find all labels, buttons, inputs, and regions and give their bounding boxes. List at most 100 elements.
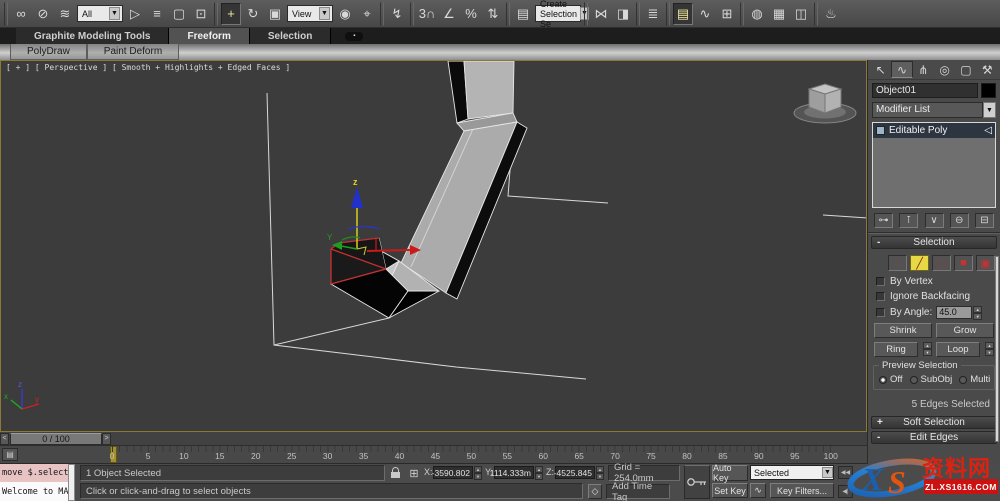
select-and-rotate-icon[interactable]: ↻ ▼ bbox=[243, 3, 263, 25]
selection-set-dropdown[interactable]: Selected ▼ bbox=[750, 465, 834, 480]
window-crossing-toggle-icon[interactable]: ⊡ ▼ bbox=[191, 3, 211, 25]
chevron-down-icon[interactable]: ▼ bbox=[983, 102, 996, 118]
default-tangent-button[interactable]: ∿ bbox=[750, 483, 766, 498]
bind-to-space-warp-icon[interactable]: ≋ ▼ bbox=[55, 3, 75, 25]
preview-multi-radio[interactable]: Multi bbox=[959, 374, 990, 385]
adaptive-degradation-toggle[interactable]: ◇ bbox=[588, 484, 602, 499]
remove-modifier-button[interactable]: ⊖ bbox=[949, 213, 969, 228]
select-and-manipulate-icon[interactable]: ⌖ ▼ bbox=[357, 3, 377, 25]
object-color-swatch[interactable] bbox=[981, 83, 996, 98]
command-tab-utilities[interactable]: ⚒ bbox=[977, 61, 998, 78]
make-unique-button[interactable]: ∨ bbox=[924, 213, 944, 228]
schematic-view-icon[interactable]: ⊞ ▼ bbox=[717, 3, 737, 25]
z-coord-spinner[interactable]: ▲ ▼ bbox=[596, 466, 604, 480]
rollout-edit-edges[interactable]: - Edit Edges bbox=[871, 431, 997, 444]
viewport-label[interactable]: [ + ] [ Perspective ] [ Smooth + Highlig… bbox=[6, 63, 290, 72]
angle-snap-icon[interactable]: ∠ ▼ bbox=[439, 3, 459, 25]
y-coord-field[interactable]: 1114.333m bbox=[490, 466, 534, 479]
select-and-link-icon[interactable]: ∞ ▼ bbox=[11, 3, 31, 25]
x-coord-spinner[interactable]: ▲ ▼ bbox=[474, 466, 482, 480]
named-selection-sets-dropdown[interactable]: Create Selection Se ▼ bbox=[535, 0, 589, 29]
snaps-toggle-icon[interactable]: 3∩ ▼ bbox=[417, 3, 437, 25]
select-object-icon[interactable]: ▷ ▼ bbox=[125, 3, 145, 25]
element-mode-button[interactable]: ▣ bbox=[976, 255, 995, 271]
maxscript-listener-line2[interactable]: Welcome to MAX bbox=[0, 482, 68, 501]
toolbar-separator[interactable]: ▼ bbox=[4, 1, 8, 26]
configure-modifier-sets-button[interactable]: ⊟ bbox=[975, 213, 994, 228]
ribbon-tab-selection[interactable]: Selection bbox=[249, 28, 332, 44]
pin-stack-button[interactable]: ⊶ bbox=[874, 213, 893, 228]
ignore-backfacing-checkbox[interactable]: Ignore Backfacing bbox=[868, 289, 1000, 304]
add-time-tag[interactable]: Add Time Tag bbox=[606, 481, 670, 501]
rollout-selection-header[interactable]: - Selection bbox=[871, 236, 997, 249]
mesh-object[interactable] bbox=[329, 61, 528, 319]
by-angle-field[interactable]: 45.0 bbox=[936, 306, 973, 319]
chevron-down-icon[interactable]: ▼ bbox=[319, 7, 330, 20]
polygon-mode-button[interactable]: ■ bbox=[954, 255, 973, 271]
open-mini-curve-editor-button[interactable]: ▤ bbox=[2, 448, 18, 461]
rollout-soft-selection[interactable]: + Soft Selection bbox=[871, 416, 997, 429]
toolbar-separator[interactable]: ▼ bbox=[814, 1, 818, 26]
toolbar-separator[interactable]: ▼ bbox=[666, 1, 670, 26]
spinner-snap-icon[interactable]: ⇅ ▼ bbox=[483, 3, 503, 25]
y-coord-spinner[interactable]: ▲ ▼ bbox=[535, 466, 543, 480]
shrink-button[interactable]: Shrink bbox=[874, 323, 932, 338]
command-panel-scrollbar[interactable] bbox=[995, 256, 999, 442]
modifier-stack-row[interactable]: Editable Poly ◁ bbox=[873, 123, 995, 138]
render-production-icon[interactable]: ♨ ▼ bbox=[821, 3, 841, 25]
ribbon-subtab-paint-deform[interactable]: Paint Deform bbox=[86, 44, 180, 60]
rendered-frame-window-icon[interactable]: ◫ ▼ bbox=[791, 3, 811, 25]
mirror-icon[interactable]: ⋈ ▼ bbox=[591, 3, 611, 25]
x-coord-field[interactable]: -3590.802 bbox=[432, 466, 473, 479]
border-mode-button[interactable]: ▢ bbox=[932, 255, 951, 271]
preview-subobj-radio[interactable]: SubObj bbox=[909, 374, 952, 385]
loop-button[interactable]: Loop bbox=[936, 342, 980, 357]
toolbar-separator[interactable]: ▼ bbox=[506, 1, 510, 26]
by-angle-checkbox[interactable] bbox=[876, 308, 885, 317]
percent-snap-icon[interactable]: % ▼ bbox=[461, 3, 481, 25]
use-pivot-point-center-icon[interactable]: ◉ ▼ bbox=[335, 3, 355, 25]
set-keys-button[interactable] bbox=[684, 465, 710, 499]
graphite-modeling-tools-toggle-icon[interactable]: ▤ ▼ bbox=[673, 2, 693, 25]
ribbon-subtab-polydraw[interactable]: PolyDraw bbox=[10, 44, 87, 60]
ring-button[interactable]: Ring bbox=[874, 342, 918, 357]
loop-spinner[interactable]: ▲ ▼ bbox=[985, 342, 994, 356]
command-tab-create[interactable]: ↖ bbox=[870, 61, 891, 78]
auto-key-button[interactable]: Auto Key bbox=[712, 463, 748, 483]
viewport-canvas[interactable]: z Y z x y bbox=[1, 61, 866, 431]
command-tab-hierarchy[interactable]: ⋔ bbox=[913, 61, 934, 78]
by-angle-row[interactable]: By Angle: 45.0 ▲ ▼ bbox=[868, 304, 1000, 321]
modifier-stack[interactable]: Editable Poly ◁ bbox=[872, 122, 996, 208]
command-tab-display[interactable]: ▢ bbox=[955, 61, 976, 78]
toolbar-separator[interactable]: ▼ bbox=[584, 1, 588, 26]
preview-off-radio[interactable]: Off bbox=[879, 374, 903, 385]
show-end-result-button[interactable]: ⊺ bbox=[899, 213, 919, 228]
selection-filter-dropdown[interactable]: All ▼ bbox=[77, 5, 123, 22]
absolute-mode-toggle[interactable]: ⊞ bbox=[406, 465, 422, 481]
maxscript-listener-scrollbar[interactable] bbox=[68, 464, 75, 501]
chevron-down-icon[interactable]: ▼ bbox=[822, 467, 833, 478]
ring-spinner[interactable]: ▲ ▼ bbox=[923, 342, 932, 356]
by-angle-spinner[interactable]: ▲ ▼ bbox=[973, 306, 983, 320]
checkbox[interactable] bbox=[876, 277, 885, 286]
chevron-down-icon[interactable]: ▼ bbox=[109, 7, 120, 20]
time-slider-handle[interactable]: 0 / 100 bbox=[10, 432, 102, 445]
set-key-button[interactable]: Set Key bbox=[712, 483, 748, 498]
key-filters-button[interactable]: Key Filters... bbox=[770, 483, 834, 498]
select-by-name-icon[interactable]: ≡ ▼ bbox=[147, 3, 167, 25]
vertex-mode-button[interactable]: ∴ bbox=[888, 255, 907, 271]
rectangular-selection-region-icon[interactable]: ▢ ▼ bbox=[169, 3, 189, 25]
toolbar-separator[interactable]: ▼ bbox=[380, 1, 384, 26]
grow-button[interactable]: Grow bbox=[936, 323, 994, 338]
render-setup-icon[interactable]: ▦ ▼ bbox=[769, 3, 789, 25]
next-frame-arrow[interactable]: > bbox=[102, 432, 111, 445]
track-bar[interactable]: ▤ 0 5 10 15 20 25 30 35 40 45 50 55 60 65 70 75 80 85 90 95… bbox=[0, 446, 867, 464]
select-and-move-icon[interactable]: + ▼ bbox=[221, 2, 241, 25]
manage-layers-icon[interactable]: ≣ ▼ bbox=[643, 3, 663, 25]
edge-mode-button[interactable]: ╱ bbox=[910, 255, 929, 271]
unlink-selection-icon[interactable]: ⊘ ▼ bbox=[33, 3, 53, 25]
reference-coordinate-system-dropdown[interactable]: View ▼ bbox=[287, 5, 333, 22]
previous-frame-arrow[interactable]: < bbox=[0, 432, 9, 445]
modifier-list-dropdown[interactable]: Modifier List bbox=[872, 102, 983, 118]
align-icon[interactable]: ◨ ▼ bbox=[613, 3, 633, 25]
